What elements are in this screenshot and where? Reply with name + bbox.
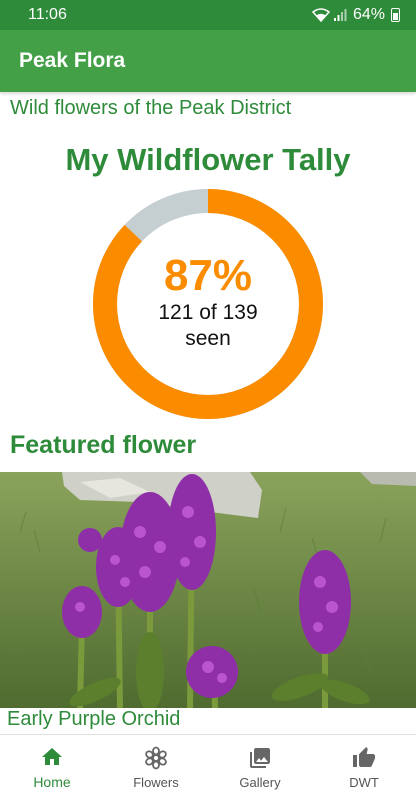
signal-icon xyxy=(333,9,347,21)
tally-count: 121 of 139 xyxy=(158,301,258,324)
donut-center: 87% 121 of 139 seen xyxy=(93,189,323,419)
status-time: 11:06 xyxy=(28,6,67,23)
wifi-icon xyxy=(311,8,330,22)
nav-item-gallery[interactable]: Gallery xyxy=(208,735,312,800)
tally-percent: 87% xyxy=(163,251,253,300)
tally-title: My Wildflower Tally xyxy=(65,142,351,177)
nav-item-dwt[interactable]: DWT xyxy=(312,735,416,800)
featured-heading: Featured flower xyxy=(10,431,197,459)
nav-label-home: Home xyxy=(33,774,71,790)
featured-flower-photo[interactable] xyxy=(0,472,416,708)
page-subtitle: Wild flowers of the Peak District xyxy=(10,97,292,119)
status-icons: 64% xyxy=(311,6,400,24)
gallery-icon xyxy=(250,747,270,768)
tally-donut: 87% 121 of 139 seen xyxy=(93,189,323,419)
app-title: Peak Flora xyxy=(19,49,126,72)
bottom-navigation: Home Flowers Gallery DWT xyxy=(0,734,416,800)
battery-percent: 64% xyxy=(352,6,385,23)
nav-item-flowers[interactable]: Flowers xyxy=(104,735,208,800)
flower-icon xyxy=(145,746,167,769)
app-bar: Peak Flora xyxy=(0,30,416,92)
thumbs-up-icon xyxy=(353,746,375,767)
nav-item-home[interactable]: Home xyxy=(0,735,104,800)
tally-seen-word: seen xyxy=(185,327,231,350)
status-bar: 11:06 64% xyxy=(0,0,416,30)
featured-flower-name[interactable]: Early Purple Orchid xyxy=(7,708,180,731)
home-icon xyxy=(42,748,62,765)
battery-icon xyxy=(391,8,400,22)
nav-label-gallery: Gallery xyxy=(239,774,281,790)
orchid-photo-illustration xyxy=(0,472,416,708)
nav-label-flowers: Flowers xyxy=(133,774,179,790)
nav-label-dwt: DWT xyxy=(349,774,379,790)
